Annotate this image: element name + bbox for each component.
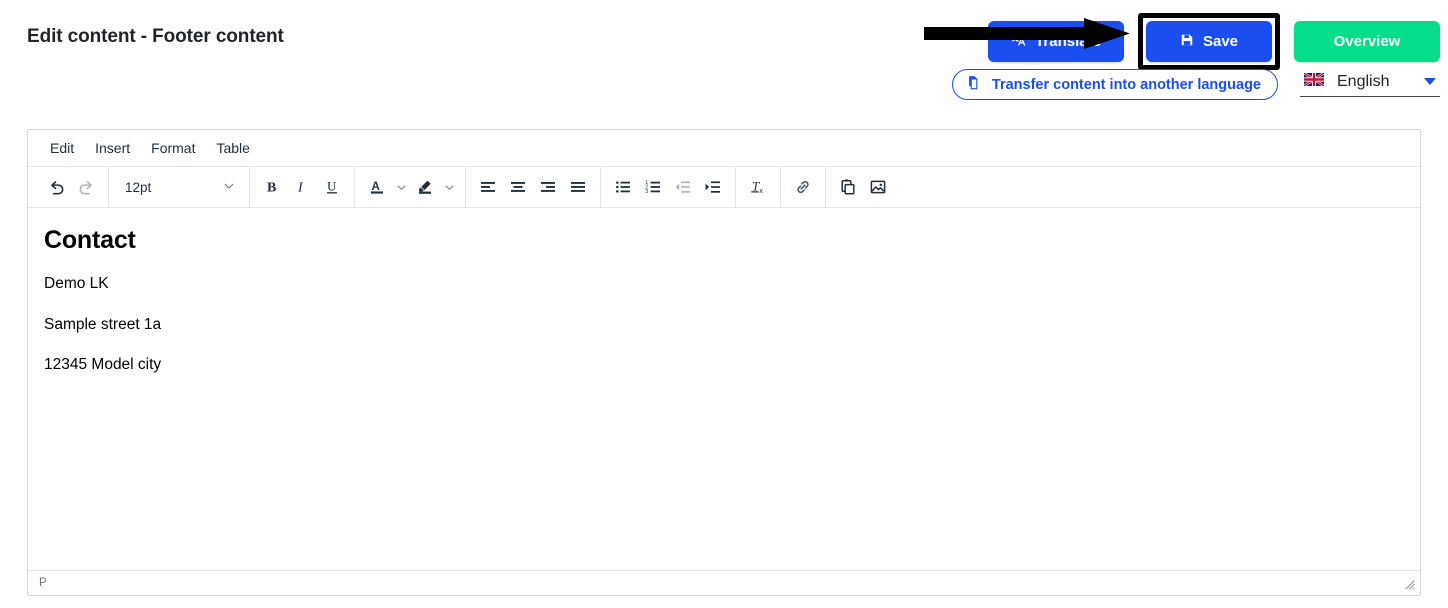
translate-button-label: Translate (1035, 33, 1101, 50)
save-button-label: Save (1202, 33, 1239, 50)
svg-text:I: I (297, 181, 304, 196)
chevron-down-icon (223, 180, 235, 195)
text-color-chevron-down-icon[interactable] (392, 173, 410, 201)
translate-button[interactable]: Translate (988, 21, 1124, 62)
svg-text:3: 3 (645, 189, 648, 195)
save-button-highlight: Save (1138, 13, 1280, 70)
bold-icon[interactable]: B (257, 173, 287, 201)
translate-icon (1011, 32, 1026, 51)
subheader-actions: Transfer content into another language E… (951, 69, 1440, 100)
clear-formatting-icon[interactable]: T x (743, 173, 773, 201)
menu-edit[interactable]: Edit (41, 136, 83, 160)
element-path[interactable]: P (39, 577, 47, 589)
uk-flag-icon (1303, 71, 1325, 91)
fontsize-value: 12pt (125, 179, 152, 195)
save-button[interactable]: Save (1146, 21, 1272, 62)
text-color-control[interactable]: A (362, 173, 410, 201)
image-icon[interactable] (863, 173, 893, 201)
highlight-color-chevron-down-icon[interactable] (440, 173, 458, 201)
undo-icon[interactable] (41, 173, 71, 201)
header-actions: Translate Save Overview (988, 13, 1440, 70)
editor-content-area[interactable]: Contact Demo LK Sample street 1a 12345 M… (28, 208, 1420, 570)
content-paragraph: Demo LK (44, 275, 109, 292)
menu-insert[interactable]: Insert (86, 136, 139, 160)
resize-handle-icon[interactable] (1400, 575, 1416, 591)
transfer-content-label: Transfer content into another language (991, 76, 1261, 93)
content-paragraph: Sample street 1a (44, 315, 162, 333)
decrease-indent-icon[interactable] (668, 173, 698, 201)
menu-table[interactable]: Table (207, 136, 258, 160)
toolbar-group-style: B I U (250, 166, 355, 208)
overview-button[interactable]: Overview (1294, 21, 1440, 62)
redo-icon[interactable] (71, 173, 101, 201)
toolbar-group-link (781, 166, 826, 208)
toolbar-group-history (34, 166, 109, 208)
menu-format[interactable]: Format (142, 136, 204, 160)
underline-icon[interactable]: U (317, 173, 347, 201)
toolbar-group-fontsize: 12pt (109, 166, 250, 208)
svg-text:U: U (327, 179, 337, 194)
text-color-icon[interactable]: A (362, 173, 392, 201)
numbered-list-icon[interactable]: 1 2 3 (638, 173, 668, 201)
content-heading: Contact (44, 226, 136, 254)
transfer-content-button[interactable]: Transfer content into another language (951, 69, 1278, 100)
toolbar-group-insert (826, 167, 900, 208)
language-select[interactable]: English (1300, 71, 1440, 97)
highlight-color-control[interactable] (410, 173, 458, 201)
copy-document-icon (967, 75, 981, 94)
toolbar-group-lists: 1 2 3 (601, 166, 736, 208)
svg-text:A: A (372, 181, 380, 193)
svg-text:x: x (759, 188, 763, 195)
overview-button-label: Overview (1333, 33, 1401, 50)
save-icon (1180, 33, 1194, 51)
paste-icon[interactable] (833, 173, 863, 201)
align-center-icon[interactable] (503, 173, 533, 201)
bullet-list-icon[interactable] (608, 173, 638, 201)
toolbar-group-align (466, 166, 601, 208)
editor-toolbar: 12pt B I U A 1 2 3 T x (28, 166, 1420, 208)
chevron-down-icon (1424, 78, 1436, 85)
language-select-value: English (1337, 72, 1390, 90)
rich-text-editor: Edit Insert Format Table 12pt B I U A 1 … (27, 129, 1421, 596)
editor-statusbar: P (28, 570, 1420, 595)
toolbar-group-colors: A (355, 166, 466, 208)
editor-menubar: Edit Insert Format Table (28, 130, 1420, 167)
toolbar-group-clear: T x (736, 166, 781, 208)
fontsize-select[interactable]: 12pt (116, 173, 242, 202)
increase-indent-icon[interactable] (698, 173, 728, 201)
align-left-icon[interactable] (473, 173, 503, 201)
align-justify-icon[interactable] (563, 173, 593, 201)
italic-icon[interactable]: I (287, 173, 317, 201)
align-right-icon[interactable] (533, 173, 563, 201)
highlight-color-icon[interactable] (410, 173, 440, 201)
page-title: Edit content - Footer content (27, 26, 284, 47)
svg-text:B: B (267, 181, 276, 196)
link-icon[interactable] (788, 173, 818, 201)
content-paragraph: 12345 Model city (44, 356, 162, 374)
